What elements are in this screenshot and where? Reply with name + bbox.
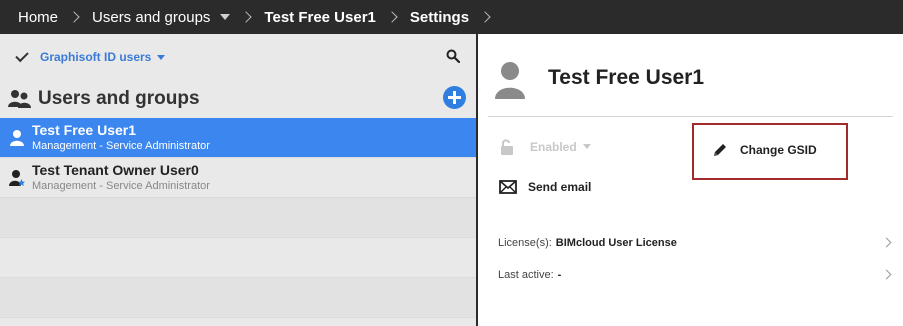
pencil-icon bbox=[714, 144, 726, 156]
search-icon[interactable] bbox=[446, 49, 460, 63]
caret-down-icon bbox=[582, 144, 591, 149]
mail-icon bbox=[499, 180, 517, 194]
breadcrumb-label: Test Free User1 bbox=[264, 8, 376, 26]
breadcrumb-label: Settings bbox=[409, 8, 470, 26]
divider bbox=[488, 116, 893, 117]
checkmark-icon bbox=[15, 48, 29, 62]
breadcrumb: Home Users and groups Test Free User1 Se… bbox=[0, 0, 903, 34]
filter-bar: Graphisoft ID users bbox=[0, 34, 476, 80]
user-name: Test Free User1 bbox=[32, 122, 137, 138]
breadcrumb-users-and-groups[interactable]: Users and groups bbox=[92, 8, 231, 26]
license-row[interactable]: License(s): BIMcloud User License bbox=[498, 233, 892, 253]
users-sidebar: Graphisoft ID users Users and groups Tes… bbox=[0, 34, 476, 326]
chevron-right-icon bbox=[881, 269, 892, 280]
user-list-item[interactable]: Test Tenant Owner User0 Management - Ser… bbox=[0, 158, 476, 198]
user-role: Management - Service Administrator bbox=[32, 140, 210, 152]
group-header: Users and groups bbox=[0, 80, 476, 118]
license-value: BIMcloud User License bbox=[555, 237, 677, 249]
send-email-button[interactable]: Send email bbox=[499, 179, 591, 195]
plus-icon bbox=[448, 91, 461, 104]
page-title: Test Free User1 bbox=[548, 66, 705, 89]
license-label: License(s): bbox=[498, 237, 552, 249]
last-active-value: - bbox=[557, 269, 562, 281]
user-name: Test Tenant Owner User0 bbox=[32, 162, 199, 178]
highlight-box: Change GSID bbox=[692, 123, 848, 180]
unlock-icon bbox=[501, 139, 513, 155]
chevron-right-icon bbox=[881, 237, 892, 248]
add-user-button[interactable] bbox=[443, 86, 466, 109]
breadcrumb-settings[interactable]: Settings bbox=[410, 9, 469, 26]
user-role: Management - Service Administrator bbox=[32, 180, 210, 192]
enabled-label: Enabled bbox=[530, 139, 577, 154]
filter-dropdown[interactable]: Graphisoft ID users bbox=[40, 50, 151, 64]
chevron-right-icon bbox=[386, 11, 398, 23]
user-detail-panel: Test Free User1 Enabled Change GSID Send… bbox=[478, 34, 903, 326]
user-icon bbox=[10, 130, 24, 146]
empty-row bbox=[0, 238, 476, 278]
chevron-right-icon bbox=[479, 11, 491, 23]
enabled-dropdown[interactable]: Enabled bbox=[500, 138, 591, 155]
last-active-row[interactable]: Last active: - bbox=[498, 265, 892, 285]
send-email-label: Send email bbox=[528, 180, 592, 194]
breadcrumb-user[interactable]: Test Free User1 bbox=[264, 9, 375, 26]
change-gsid-button[interactable]: Change GSID bbox=[712, 142, 817, 158]
group-title: Users and groups bbox=[38, 88, 200, 109]
breadcrumb-home[interactable]: Home bbox=[18, 9, 58, 26]
breadcrumb-label: Home bbox=[18, 8, 59, 26]
chevron-right-icon bbox=[240, 11, 253, 23]
user-owner-icon bbox=[9, 170, 25, 186]
empty-row bbox=[0, 278, 476, 318]
empty-row bbox=[0, 198, 476, 238]
chevron-right-icon bbox=[68, 11, 80, 23]
last-active-label: Last active: bbox=[498, 269, 554, 281]
users-icon bbox=[8, 90, 31, 108]
caret-down-icon[interactable] bbox=[220, 14, 231, 20]
change-gsid-label: Change GSID bbox=[740, 143, 817, 157]
breadcrumb-label: Users and groups bbox=[92, 8, 211, 26]
user-list-item[interactable]: Test Free User1 Management - Service Adm… bbox=[0, 118, 476, 158]
avatar-icon bbox=[495, 62, 525, 99]
caret-down-icon[interactable] bbox=[157, 54, 166, 60]
